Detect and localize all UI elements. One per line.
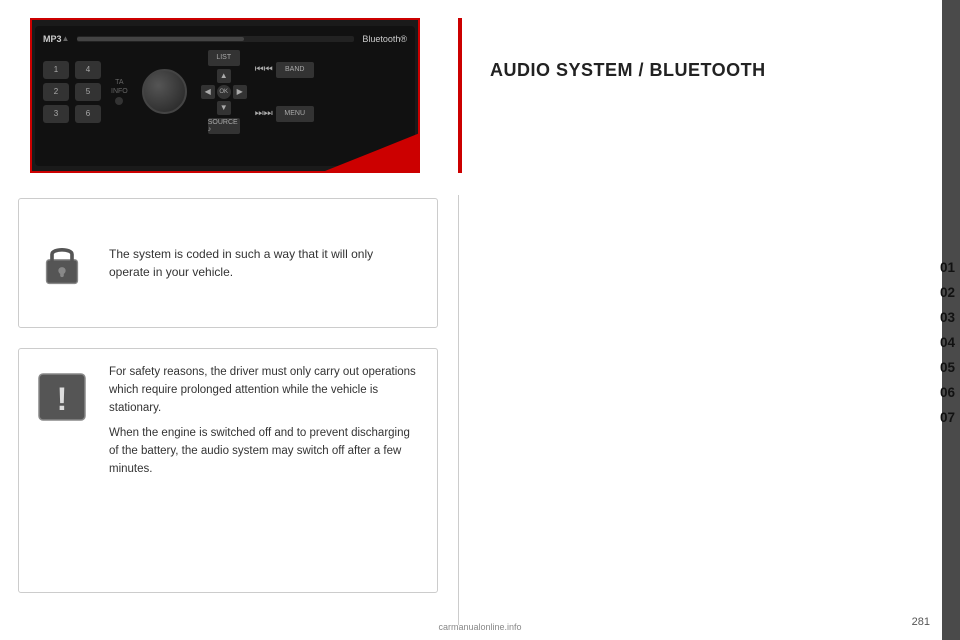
toc-num-06: 06 xyxy=(940,385,960,400)
lock-notice-box: The system is coded in such a way that i… xyxy=(18,198,438,328)
radio-image-box: MP3 ▲ Bluetooth® 1 4 2 5 3 6 xyxy=(30,18,420,173)
btn-5: 5 xyxy=(75,83,101,101)
panel-divider xyxy=(458,195,459,625)
right-panel: AUDIO SYSTEM / BLUETOOTH CONTENTS 01 Fir… xyxy=(460,0,940,640)
page-title: AUDIO SYSTEM / BLUETOOTH xyxy=(490,60,766,81)
toc-num-02: 02 xyxy=(940,285,960,300)
toc-row-faq: Frequently asked questions p. 309 xyxy=(940,430,960,455)
mp3-label: MP3 xyxy=(43,34,62,44)
toc-num-04: 04 xyxy=(940,335,960,350)
toc-num-07: 07 xyxy=(940,410,960,425)
lock-text: The system is coded in such a way that i… xyxy=(109,245,373,281)
menu-btn: MENU xyxy=(276,106,314,122)
list-btn: LIST xyxy=(208,50,240,66)
btn-2: 2 xyxy=(43,83,69,101)
svg-text:!: ! xyxy=(56,381,67,417)
warning-text: For safety reasons, the driver must only… xyxy=(109,364,422,487)
btn-6: 6 xyxy=(75,105,101,123)
toc-num-03: 03 xyxy=(940,310,960,325)
red-accent-bar xyxy=(458,18,462,173)
toc-row-06: 06 Audio settings p. 304 xyxy=(940,380,960,405)
ok-btn: OK xyxy=(217,85,231,99)
btn-3: 3 xyxy=(43,105,69,123)
toc-table: 01 First steps p. 282 02 Steering mounte… xyxy=(940,255,960,455)
btn-1: 1 xyxy=(43,61,69,79)
toc-row-03: 03 Main menu p. 284 xyxy=(940,305,960,330)
volume-knob xyxy=(142,69,187,114)
source-btn: SOURCE ♪ xyxy=(208,118,240,134)
warning-notice-box: ! For safety reasons, the driver must on… xyxy=(18,348,438,593)
bluetooth-label: Bluetooth® xyxy=(362,34,407,44)
warning-icon: ! xyxy=(34,369,89,424)
side-buttons: ⏮⏮ BAND ⏭⏭ MENU xyxy=(255,62,314,122)
left-panel: MP3 ▲ Bluetooth® 1 4 2 5 3 6 xyxy=(0,0,460,640)
watermark: carmanualonline.info xyxy=(438,622,521,632)
toc-row-07: 07 Screen menu map p. 306 xyxy=(940,405,960,430)
lock-icon xyxy=(34,236,89,291)
radio-panel: MP3 ▲ Bluetooth® 1 4 2 5 3 6 xyxy=(35,26,415,166)
btn-4: 4 xyxy=(75,61,101,79)
band-btn: BAND xyxy=(276,62,314,78)
toc-num-05: 05 xyxy=(940,360,960,375)
toc-row-01: 01 First steps p. 282 xyxy=(940,255,960,280)
toc-row-05: 05 Using the telephone p. 296 xyxy=(940,355,960,380)
toc-num-01: 01 xyxy=(940,260,960,275)
preset-buttons: 1 4 2 5 3 6 xyxy=(43,61,103,123)
page-number: 281 xyxy=(912,616,930,628)
toc-row-02: 02 Steering mounted controls p. 283 xyxy=(940,280,960,305)
toc-row-04: 04 Audio p. 285 xyxy=(940,330,960,355)
